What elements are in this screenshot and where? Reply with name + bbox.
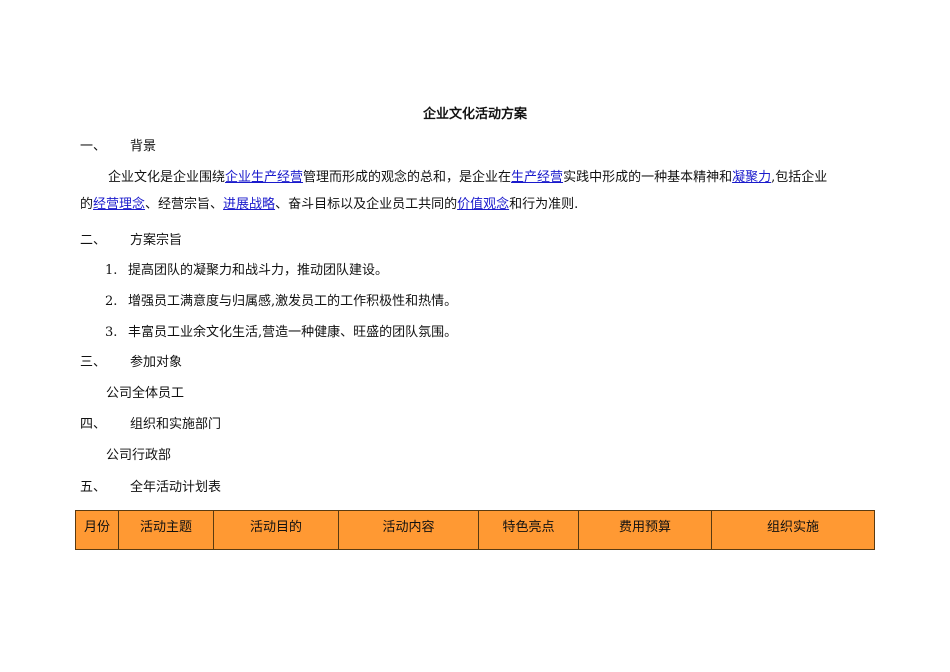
aim-1-text: 提高团队的凝聚力和战斗力，推动团队建设。 (128, 263, 389, 278)
section-1-heading: 背景 (130, 139, 157, 154)
header-theme: 活动主题 (118, 510, 214, 550)
section-3-heading: 参加对象 (130, 355, 183, 370)
department-text: 公司行政部 (106, 448, 172, 463)
background-text: 企业文化是企业围绕 (108, 170, 226, 185)
background-link[interactable]: 价值观念 (457, 197, 509, 212)
background-link[interactable]: 凝聚力 (732, 170, 771, 185)
aim-3-text: 丰富员工业余文化生活,营造一种健康、旺盛的团队氛围。 (128, 325, 458, 340)
document-title: 企业文化活动方案 (422, 107, 527, 122)
header-organization: 组织实施 (711, 510, 875, 550)
activity-plan-table: 月份 活动主题 活动目的 活动内容 特色亮点 费用预算 组织实施 (75, 510, 875, 550)
background-link[interactable]: 生产经营 (511, 170, 563, 185)
background-paragraph-line-1: 企业文化是企业围绕企业生产经营管理而形成的观念的总和，是企业在生产经营实践中形成… (108, 170, 827, 186)
background-text: 管理而形成的观念的总和，是企业在 (303, 170, 512, 185)
background-paragraph-line-2: 的经营理念、经营宗旨、进展战略、奋斗目标以及企业员工共同的价值观念和行为准则. (80, 197, 578, 213)
section-5-number: 五、 (80, 480, 107, 495)
background-link[interactable]: 进展战略 (223, 197, 275, 212)
section-1-number: 一、 (80, 139, 107, 154)
section-2-heading: 方案宗旨 (130, 233, 183, 248)
header-content: 活动内容 (338, 510, 479, 550)
section-4-heading: 组织和实施部门 (130, 417, 222, 432)
aim-3-number: 3. (105, 325, 118, 340)
background-link[interactable]: 经营理念 (93, 197, 145, 212)
document-page: 企业文化活动方案 一、 背景 企业文化是企业围绕企业生产经营管理而形成的观念的总… (0, 0, 950, 672)
background-text: 的 (80, 197, 94, 212)
background-text: 、奋斗目标以及企业员工共同的 (275, 197, 458, 212)
section-3-number: 三、 (80, 355, 107, 370)
section-5-heading: 全年活动计划表 (130, 480, 222, 495)
header-budget: 费用预算 (578, 510, 712, 550)
participants-text: 公司全体员工 (106, 386, 185, 401)
header-highlights: 特色亮点 (478, 510, 579, 550)
table-header-row: 月份 活动主题 活动目的 活动内容 特色亮点 费用预算 组织实施 (75, 510, 875, 550)
background-link[interactable]: 企业生产经营 (225, 170, 303, 185)
background-text: 实践中形成的一种基本精神和 (563, 170, 733, 185)
header-purpose: 活动目的 (213, 510, 339, 550)
section-2-number: 二、 (80, 233, 107, 248)
aim-1-number: 1. (105, 263, 118, 278)
section-4-number: 四、 (80, 417, 107, 432)
background-text: 和行为准则. (509, 197, 579, 212)
aim-2-text: 增强员工满意度与归属感,激发员工的工作积极性和热情。 (128, 294, 458, 309)
aim-2-number: 2. (105, 294, 118, 309)
header-month: 月份 (75, 510, 119, 550)
background-text: 、经营宗旨、 (145, 197, 224, 212)
background-text: ,包括企业 (771, 170, 828, 185)
